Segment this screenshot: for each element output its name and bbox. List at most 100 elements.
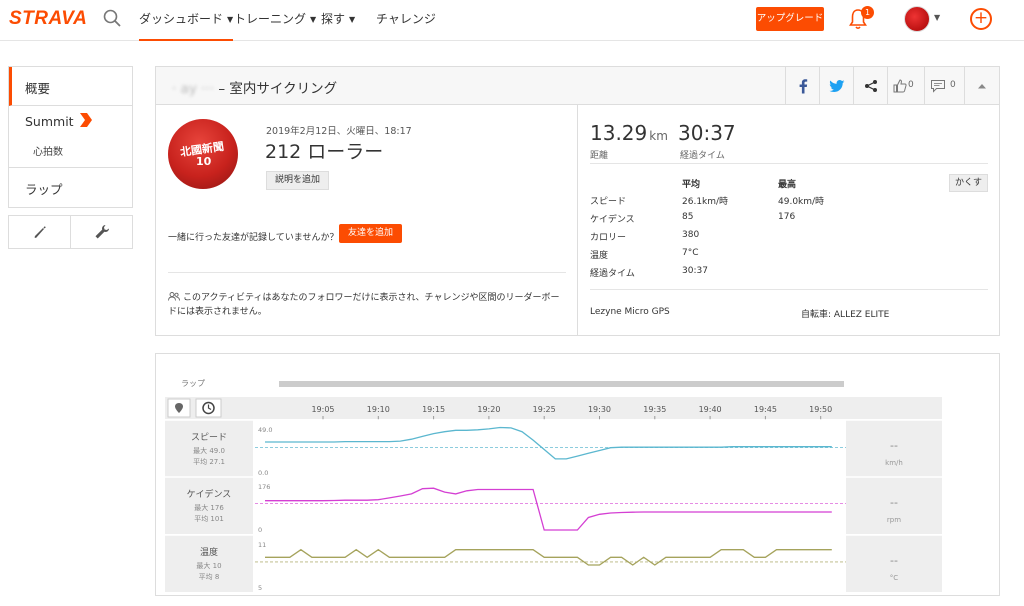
facebook-share-button[interactable] <box>785 67 819 104</box>
friends-question: 一緒に行った友達が記録していませんか？ <box>168 233 339 243</box>
sidebar-item-heart-rate[interactable]: 心拍数 <box>33 143 63 158</box>
panel-unit: rpm <box>887 516 901 524</box>
panel-ymax-tick: 49.0 <box>258 426 272 434</box>
add-activity-icon[interactable]: + <box>970 8 992 30</box>
sidebar-tools <box>8 215 133 249</box>
sidebar: 概要 Summit 心拍数 ラップ <box>8 66 133 208</box>
bike-name[interactable]: 自転車: ALLEZ ELITE <box>801 307 889 320</box>
summit-label: Summit <box>25 114 74 129</box>
activity-title: · ay ··· – 室内サイクリング <box>172 81 338 97</box>
panel-unit: °C <box>890 574 899 582</box>
elapsed-time-label: 経過タイム <box>680 151 725 161</box>
panel-current-value: -- <box>890 439 898 452</box>
twitter-share-button[interactable] <box>819 67 853 104</box>
time-tick-label: 19:35 <box>643 405 666 414</box>
stat-label: 温度 <box>590 251 609 261</box>
jersey-number: 10 <box>196 155 212 168</box>
stat-label: カロリー <box>590 233 627 243</box>
divider <box>168 272 566 273</box>
panel-ymin-tick: 5 <box>258 584 262 592</box>
nav-dashboard[interactable]: ダッシュボード ▼ <box>139 10 234 41</box>
time-tick-label: 19:25 <box>533 405 556 414</box>
nav-challenges[interactable]: チャレンジ <box>376 10 436 27</box>
summit-chevron-icon <box>80 113 92 127</box>
upgrade-button[interactable]: アップグレード <box>756 7 824 31</box>
panel-plot-bg <box>255 535 846 592</box>
distance-label: 距離 <box>590 151 609 161</box>
device-name: Lezyne Micro GPS <box>590 307 670 317</box>
panel-ymax-tick: 176 <box>258 483 270 491</box>
stat-avg: 380 <box>682 230 700 240</box>
lap-bar[interactable] <box>279 381 844 387</box>
time-tick-label: 19:45 <box>754 405 777 414</box>
sidebar-item-overview[interactable]: 概要 <box>9 67 132 106</box>
twitter-icon <box>829 79 844 92</box>
athlete-avatar[interactable]: 北國新聞 10 <box>168 119 238 189</box>
time-tick-label: 19:50 <box>809 405 832 414</box>
panel-max-label: 最大 176 <box>194 503 224 512</box>
chevron-up-icon <box>978 83 986 88</box>
edit-button[interactable] <box>9 216 70 248</box>
elapsed-time-value: 30:37 <box>678 121 736 145</box>
kudos-button[interactable]: 0 <box>887 67 924 104</box>
settings-button[interactable] <box>70 216 132 248</box>
athlete-name[interactable]: · ay ··· <box>172 81 214 97</box>
chevron-down-icon: ▼ <box>349 15 356 24</box>
panel-avg-label: 平均 8 <box>199 572 220 581</box>
sidebar-item-laps[interactable]: ラップ <box>9 168 132 207</box>
avatar[interactable] <box>904 6 930 32</box>
time-tick-label: 19:10 <box>367 405 390 414</box>
stat-avg: 7°C <box>682 248 699 258</box>
panel-avg-label: 平均 27.1 <box>193 457 225 466</box>
panel-max-label: 最大 10 <box>196 561 221 570</box>
add-friends-button[interactable]: 友達を追加 <box>339 224 402 243</box>
privacy-note: このアクティビティはあなたのフォロワーだけに表示され、チャレンジや区間のリーダー… <box>168 292 560 317</box>
collapse-button[interactable] <box>964 67 999 104</box>
share-icon <box>864 79 877 92</box>
stat-max: 49.0km/時 <box>778 197 825 207</box>
distance-value: 13.29 km <box>590 121 668 145</box>
activity-summary-card: · ay ··· – 室内サイクリング 0 0 北國新聞 10 2019年2月1… <box>155 66 1000 336</box>
activity-name[interactable]: 212 ローラー <box>265 137 383 164</box>
time-tick-label: 19:05 <box>311 405 334 414</box>
activity-details-pane: 北國新聞 10 2019年2月12日、火曜日、18:17 212 ローラー 説明… <box>156 105 578 335</box>
search-icon[interactable] <box>103 9 121 27</box>
panel-plot-bg <box>255 477 846 534</box>
time-tick-label: 19:15 <box>422 405 445 414</box>
analysis-chart-card: ラップ 19:05 19:10 19:15 19:20 19:25 19:30 19:35 19… <box>155 353 1000 596</box>
activity-streams-chart[interactable]: ラップ 19:05 19:10 19:15 19:20 19:25 19:30 19:35 19… <box>156 354 999 595</box>
activity-date: 2019年2月12日、火曜日、18:17 <box>266 126 412 137</box>
strava-logo[interactable]: STRAVA <box>9 8 87 30</box>
chevron-down-icon: ▼ <box>227 15 234 24</box>
hide-stats-button[interactable]: かくす <box>949 174 988 192</box>
divider <box>590 163 988 164</box>
stat-label: 経過タイム <box>590 269 635 279</box>
panel-name: 温度 <box>200 546 218 558</box>
nav-explore[interactable]: 探す ▼ <box>321 10 355 27</box>
stat-avg: 26.1km/時 <box>682 197 729 207</box>
activity-stats-pane: 13.29 km 距離 30:37 経過タイム かくす 平均 最高 スピード 26… <box>578 105 999 335</box>
time-tick-label: 19:20 <box>477 405 500 414</box>
comment-count: 0 <box>950 80 956 90</box>
wrench-icon <box>95 225 109 239</box>
chevron-down-icon: ▼ <box>310 15 317 24</box>
nav-training[interactable]: トレーニング ▼ <box>234 10 316 27</box>
pencil-icon <box>34 226 46 238</box>
thumbs-up-icon <box>893 78 907 92</box>
laps-label: ラップ <box>181 379 205 388</box>
sidebar-item-summit[interactable]: Summit 心拍数 <box>9 106 132 168</box>
stat-avg: 30:37 <box>682 266 708 276</box>
comment-button[interactable]: 0 <box>924 67 964 104</box>
comment-icon <box>931 79 945 92</box>
panel-current-value: -- <box>890 496 898 509</box>
chevron-down-icon[interactable]: ▼ <box>934 13 940 22</box>
top-nav: STRAVA ダッシュボード ▼ トレーニング ▼ 探す ▼ チャレンジ アップグレー… <box>0 0 1024 41</box>
kudos-count: 0 <box>908 80 914 90</box>
notification-badge: 1 <box>861 6 874 19</box>
panel-name: スピード <box>191 432 227 443</box>
stat-max: 176 <box>778 212 796 222</box>
stat-label: スピード <box>590 197 627 207</box>
share-button[interactable] <box>853 67 887 104</box>
panel-ymin-tick: 0.0 <box>258 469 268 477</box>
add-description-button[interactable]: 説明を追加 <box>266 171 329 190</box>
